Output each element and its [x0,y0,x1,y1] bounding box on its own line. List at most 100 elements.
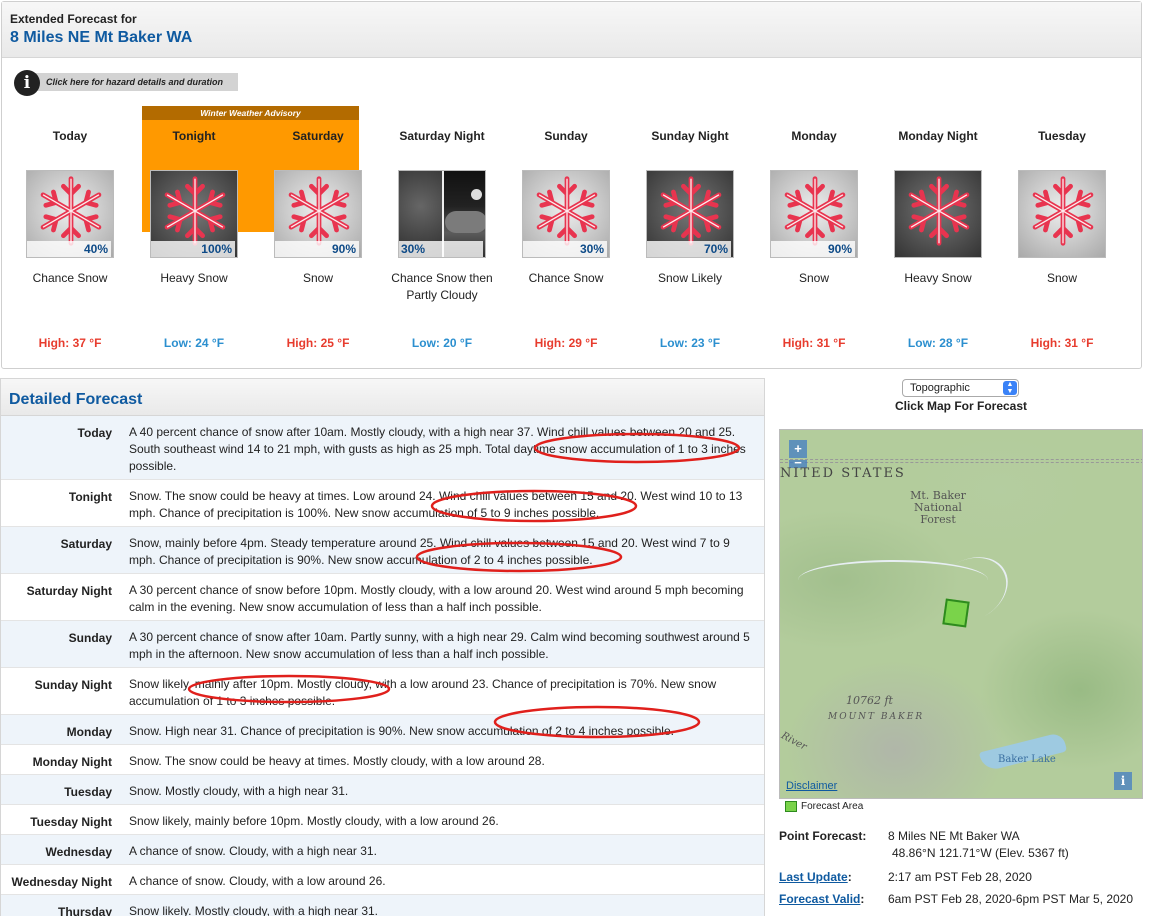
detailed-row: Thursday Snow likely. Mostly cloudy, wit… [1,895,764,916]
snow-icon[interactable]: 90% [274,170,362,258]
last-update-link[interactable]: Last Update [779,870,848,884]
forecast-period[interactable]: Tuesday Snow High: 31 °F [1004,128,1120,350]
forecast-period[interactable]: Saturday 90% Snow High: 25 °F [260,128,376,350]
detailed-row: Wednesday A chance of snow. Cloudy, with… [1,835,764,865]
snow-icon[interactable]: 30% [522,170,610,258]
detailed-row: Today A 40 percent chance of snow after … [1,416,764,480]
period-description: Snow Likely [657,271,723,285]
info-icon[interactable]: i [14,70,40,96]
snow-icon[interactable] [894,170,982,258]
map-info-icon[interactable]: i [1114,772,1132,790]
map-elevation-label: 10762 ft [846,694,893,707]
period-name: Sunday [544,129,588,143]
disclaimer-link[interactable]: Disclaimer [786,780,837,792]
period-description: Heavy Snow [160,271,228,285]
period-name: Tuesday [1038,129,1086,143]
snow-icon[interactable]: 100% [150,170,238,258]
last-update-value: 2:17 am PST Feb 28, 2020 [888,870,1032,884]
period-temperature: High: 31 °F [782,336,846,350]
period-name: Today [52,129,88,143]
detailed-row-label: Thursday [57,905,112,916]
forecast-period[interactable]: Monday Night Heavy Snow Low: 28 °F [880,128,996,350]
period-description: Snow [798,271,830,285]
hazard-details-link[interactable]: Click here for hazard details and durati… [14,70,238,96]
precip-chance: 90% [771,241,855,257]
detailed-row: Tuesday Night Snow likely, mainly before… [1,805,764,835]
forecast-valid-key: Forecast Valid: [779,892,864,906]
period-description: Chance Snow [32,271,108,285]
period-name: Saturday Night [399,129,485,143]
period-temperature: High: 29 °F [534,336,598,350]
moon-icon [471,189,482,200]
forecast-period[interactable]: Sunday 30% Chance Snow High: 29 °F [508,128,624,350]
map-layer-select[interactable]: Topographic ▲ ▼ [902,379,1019,397]
detailed-row-label: Monday [66,725,112,739]
detailed-row-text: Snow. High near 31. Chance of precipitat… [129,724,674,738]
detailed-forecast-title: Detailed Forecast [1,379,764,416]
cloud-icon [445,211,485,233]
period-description: Snow [302,271,334,285]
detailed-row: Wednesday Night A chance of snow. Cloudy… [1,865,764,895]
forecast-valid-colon: : [860,892,865,906]
period-temperature: Low: 24 °F [163,336,225,350]
extended-forecast-header: Extended Forecast for 8 Miles NE Mt Bake… [2,2,1141,58]
detailed-row: Sunday A 30 percent chance of snow after… [1,621,764,668]
advisory-label[interactable]: Winter Weather Advisory [142,106,359,120]
map-legend: Forecast Area [785,801,863,812]
forecast-period[interactable]: Today 40% Chance Snow High: 37 °F [12,128,128,350]
coordinates-value: 48.86°N 121.71°W (Elev. 5367 ft) [892,846,1069,860]
last-update-key: Last Update: [779,870,852,884]
detailed-row-text: Snow. Mostly cloudy, with a high near 31… [129,784,349,798]
snow-icon[interactable]: 70% [646,170,734,258]
detailed-row-label: Today [77,426,112,440]
detailed-row-label: Sunday [68,631,112,645]
detailed-row: Monday Night Snow. The snow could be hea… [1,745,764,775]
forecast-map[interactable]: + − NITED STATES Mt. Baker National Fore… [779,429,1143,799]
period-description: Heavy Snow [904,271,972,285]
detailed-row: Tuesday Snow. Mostly cloudy, with a high… [1,775,764,805]
period-temperature: High: 31 °F [1030,336,1094,350]
zoom-in-button[interactable]: + [789,440,807,458]
road-line [920,544,1020,636]
period-name: Tonight [172,129,216,143]
forecast-area-swatch [785,801,797,812]
snow-icon[interactable] [1018,170,1106,258]
forecast-period[interactable]: Tonight 100% Heavy Snow Low: 24 °F [136,128,252,350]
detailed-row-label: Tuesday Night [30,815,112,829]
detailed-row-label: Wednesday [45,845,112,859]
period-temperature: High: 37 °F [38,336,102,350]
period-description: Chance Snow [528,271,604,285]
map-lake-label: Baker Lake [998,754,1056,765]
period-description: Chance Snow then Partly Cloudy [391,271,493,302]
national-border [780,459,1142,463]
detailed-forecast-panel: Detailed Forecast Today A 40 percent cha… [0,378,765,916]
detailed-row-text: A 30 percent chance of snow after 10am. … [129,630,750,661]
period-temperature: High: 25 °F [286,336,350,350]
snow-icon[interactable]: 90% [770,170,858,258]
snow-icon[interactable]: 40% [26,170,114,258]
forecast-area-marker[interactable] [942,598,970,628]
map-layer-value[interactable]: Topographic [910,382,970,394]
detailed-row-text: A 30 percent chance of snow before 10pm.… [129,583,744,614]
detailed-row-label: Monday Night [32,755,112,769]
detailed-row-label: Saturday [60,537,112,551]
forecast-valid-link[interactable]: Forecast Valid [779,892,860,906]
hazard-link-label[interactable]: Click here for hazard details and durati… [26,73,238,91]
detailed-row: Monday Snow. High near 31. Chance of pre… [1,715,764,745]
precip-chance: 70% [647,241,731,257]
period-name: Monday Night [898,129,978,143]
last-update-colon: : [847,870,852,884]
forecast-period[interactable]: Monday 90% Snow High: 31 °F [756,128,872,350]
period-temperature: Low: 28 °F [907,336,969,350]
extended-forecast-title: Extended Forecast for [10,12,137,26]
detailed-row-text: Snow likely, mainly before 10pm. Mostly … [129,814,499,828]
forecast-period[interactable]: Saturday Night 30% Chance Snow then Part… [384,128,500,350]
snow-then-partly-cloudy-icon[interactable]: 30% [398,170,486,258]
detailed-row: Sunday Night Snow likely, mainly after 1… [1,668,764,715]
select-arrows-icon[interactable]: ▲ ▼ [1003,381,1017,395]
detailed-row: Tonight Snow. The snow could be heavy at… [1,480,764,527]
forecast-period[interactable]: Sunday Night 70% Snow Likely Low: 23 °F [632,128,748,350]
baker-lake-shape [978,731,1068,773]
detailed-row-label: Saturday Night [26,584,112,598]
detailed-row-text: Snow. The snow could be heavy at times. … [129,754,545,768]
